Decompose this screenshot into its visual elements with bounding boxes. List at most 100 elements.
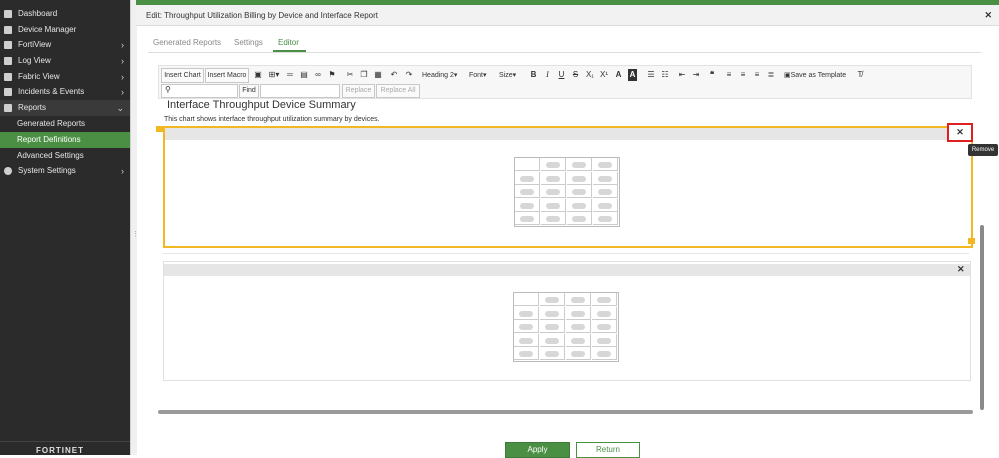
paste-icon[interactable]: ▦: [373, 69, 383, 81]
bulleted-list-icon[interactable]: ☷: [660, 69, 670, 81]
align-center-icon[interactable]: ≡: [738, 69, 748, 81]
replace-button[interactable]: Replace: [342, 84, 375, 98]
italic-icon[interactable]: I: [543, 69, 552, 81]
close-icon[interactable]: ✕: [984, 10, 992, 21]
dialog-title: Edit: Throughput Utilization Billing by …: [146, 11, 378, 20]
page-break-icon[interactable]: ▤: [299, 69, 309, 81]
insert-chart-button[interactable]: Insert Chart: [161, 68, 204, 83]
indent-icon[interactable]: ⇥: [691, 69, 701, 81]
numbered-list-icon[interactable]: ☰: [646, 69, 656, 81]
placeholder-pill: [572, 189, 586, 195]
table-placeholder-cell: [541, 171, 566, 185]
table-placeholder-cell: [515, 198, 540, 212]
cut-icon[interactable]: ✂: [345, 69, 355, 81]
save-as-template-button[interactable]: ▣Save as Template: [784, 69, 846, 82]
horizontal-rule-icon[interactable]: ═: [285, 69, 295, 81]
table-placeholder-cell: [541, 198, 566, 212]
table-placeholder-cell: [593, 198, 618, 212]
return-button[interactable]: Return: [576, 442, 640, 458]
table-placeholder-cell: [515, 158, 540, 171]
tab-editor[interactable]: Editor: [278, 38, 299, 47]
chevron-right-icon: ›: [121, 87, 124, 97]
placeholder-pill: [598, 189, 612, 195]
vertical-scrollbar[interactable]: [980, 225, 984, 410]
horizontal-scrollbar[interactable]: [158, 410, 973, 414]
sidebar: Dashboard Device Manager FortiView › Log…: [0, 0, 130, 455]
underline-icon[interactable]: U: [557, 69, 566, 81]
sidebar-item-incidents-events[interactable]: Incidents & Events ›: [0, 84, 130, 100]
table-placeholder-cell: [566, 347, 591, 360]
placeholder-pill: [597, 297, 611, 303]
placeholder-pill: [597, 324, 611, 330]
text-color-icon[interactable]: A: [614, 69, 623, 81]
placeholder-pill: [545, 297, 559, 303]
size-select[interactable]: Size▾: [499, 69, 516, 82]
link-icon[interactable]: ∞: [313, 69, 323, 81]
strikethrough-icon[interactable]: S: [571, 69, 580, 81]
sidebar-resize-handle[interactable]: ⋮: [130, 0, 139, 455]
outdent-icon[interactable]: ⇤: [677, 69, 687, 81]
resize-handle-top-left[interactable]: [156, 126, 163, 132]
align-left-icon[interactable]: ≡: [724, 69, 734, 81]
table-placeholder-cell: [566, 293, 591, 306]
sidebar-item-advanced-settings[interactable]: Advanced Settings: [0, 148, 130, 164]
clear-format-icon[interactable]: T̸: [855, 69, 865, 81]
placeholder-pill: [546, 162, 560, 168]
remove-chart-button[interactable]: ✕: [947, 123, 973, 142]
table-placeholder-cell: [515, 171, 540, 185]
background-color-icon[interactable]: A: [628, 69, 637, 81]
close-icon[interactable]: ✕: [957, 264, 965, 275]
fortiview-icon: [4, 41, 12, 49]
divider: [163, 253, 969, 254]
table-placeholder-icon: [514, 157, 620, 227]
copy-icon[interactable]: ❐: [359, 69, 369, 81]
dialog-header: Edit: Throughput Utilization Billing by …: [136, 5, 999, 26]
sidebar-item-device-manager[interactable]: Device Manager: [0, 22, 130, 38]
sidebar-item-report-definitions[interactable]: Report Definitions: [0, 132, 130, 148]
table-placeholder-cell: [567, 198, 592, 212]
bold-icon[interactable]: B: [529, 69, 538, 81]
image-icon[interactable]: ▣: [253, 69, 263, 81]
placeholder-pill: [598, 202, 612, 209]
sidebar-item-label: Incidents & Events: [18, 87, 85, 96]
chevron-right-icon: ›: [121, 72, 124, 82]
sidebar-item-dashboard[interactable]: Dashboard: [0, 6, 130, 22]
placeholder-pill: [572, 216, 586, 222]
sidebar-item-label: Device Manager: [18, 25, 77, 34]
subscript-icon[interactable]: X₁: [585, 69, 595, 81]
align-right-icon[interactable]: ≡: [752, 69, 762, 81]
resize-handle-bottom-right[interactable]: [968, 238, 975, 244]
redo-icon[interactable]: ↷: [404, 69, 414, 81]
blockquote-icon[interactable]: ❝: [707, 69, 717, 81]
anchor-flag-icon[interactable]: ⚑: [327, 69, 337, 81]
table-placeholder-cell: [514, 293, 539, 306]
table-placeholder-cell: [566, 333, 591, 347]
insert-macro-button[interactable]: Insert Macro: [205, 68, 249, 83]
tab-settings[interactable]: Settings: [234, 38, 263, 47]
sidebar-item-fortiview[interactable]: FortiView ›: [0, 37, 130, 53]
table-placeholder-cell: [515, 185, 540, 198]
replace-all-button[interactable]: Replace All: [376, 84, 420, 98]
sidebar-item-label: Fabric View: [18, 72, 60, 81]
table-icon[interactable]: ⊞▾: [266, 69, 282, 81]
incidents-icon: [4, 88, 12, 96]
sidebar-item-log-view[interactable]: Log View ›: [0, 53, 130, 69]
table-placeholder-cell: [593, 171, 618, 185]
align-justify-icon[interactable]: ≣: [766, 69, 776, 81]
replace-input[interactable]: [260, 84, 340, 98]
apply-button[interactable]: Apply: [505, 442, 570, 458]
font-select[interactable]: Font▾: [469, 69, 487, 82]
tab-generated-reports[interactable]: Generated Reports: [153, 38, 221, 47]
find-button[interactable]: Find: [239, 84, 259, 98]
heading-select[interactable]: Heading 2▾: [422, 69, 457, 82]
placeholder-pill: [598, 175, 612, 182]
sidebar-item-reports[interactable]: Reports ⌄: [0, 100, 130, 116]
find-input[interactable]: ⚲: [161, 84, 238, 98]
chevron-right-icon: ›: [121, 166, 124, 176]
sidebar-item-generated-reports[interactable]: Generated Reports: [0, 116, 130, 132]
superscript-icon[interactable]: X¹: [599, 69, 609, 81]
sidebar-item-fabric-view[interactable]: Fabric View ›: [0, 69, 130, 85]
sidebar-item-system-settings[interactable]: System Settings ›: [0, 163, 130, 179]
sidebar-item-label: Reports: [18, 103, 47, 112]
undo-icon[interactable]: ↶: [389, 69, 399, 81]
